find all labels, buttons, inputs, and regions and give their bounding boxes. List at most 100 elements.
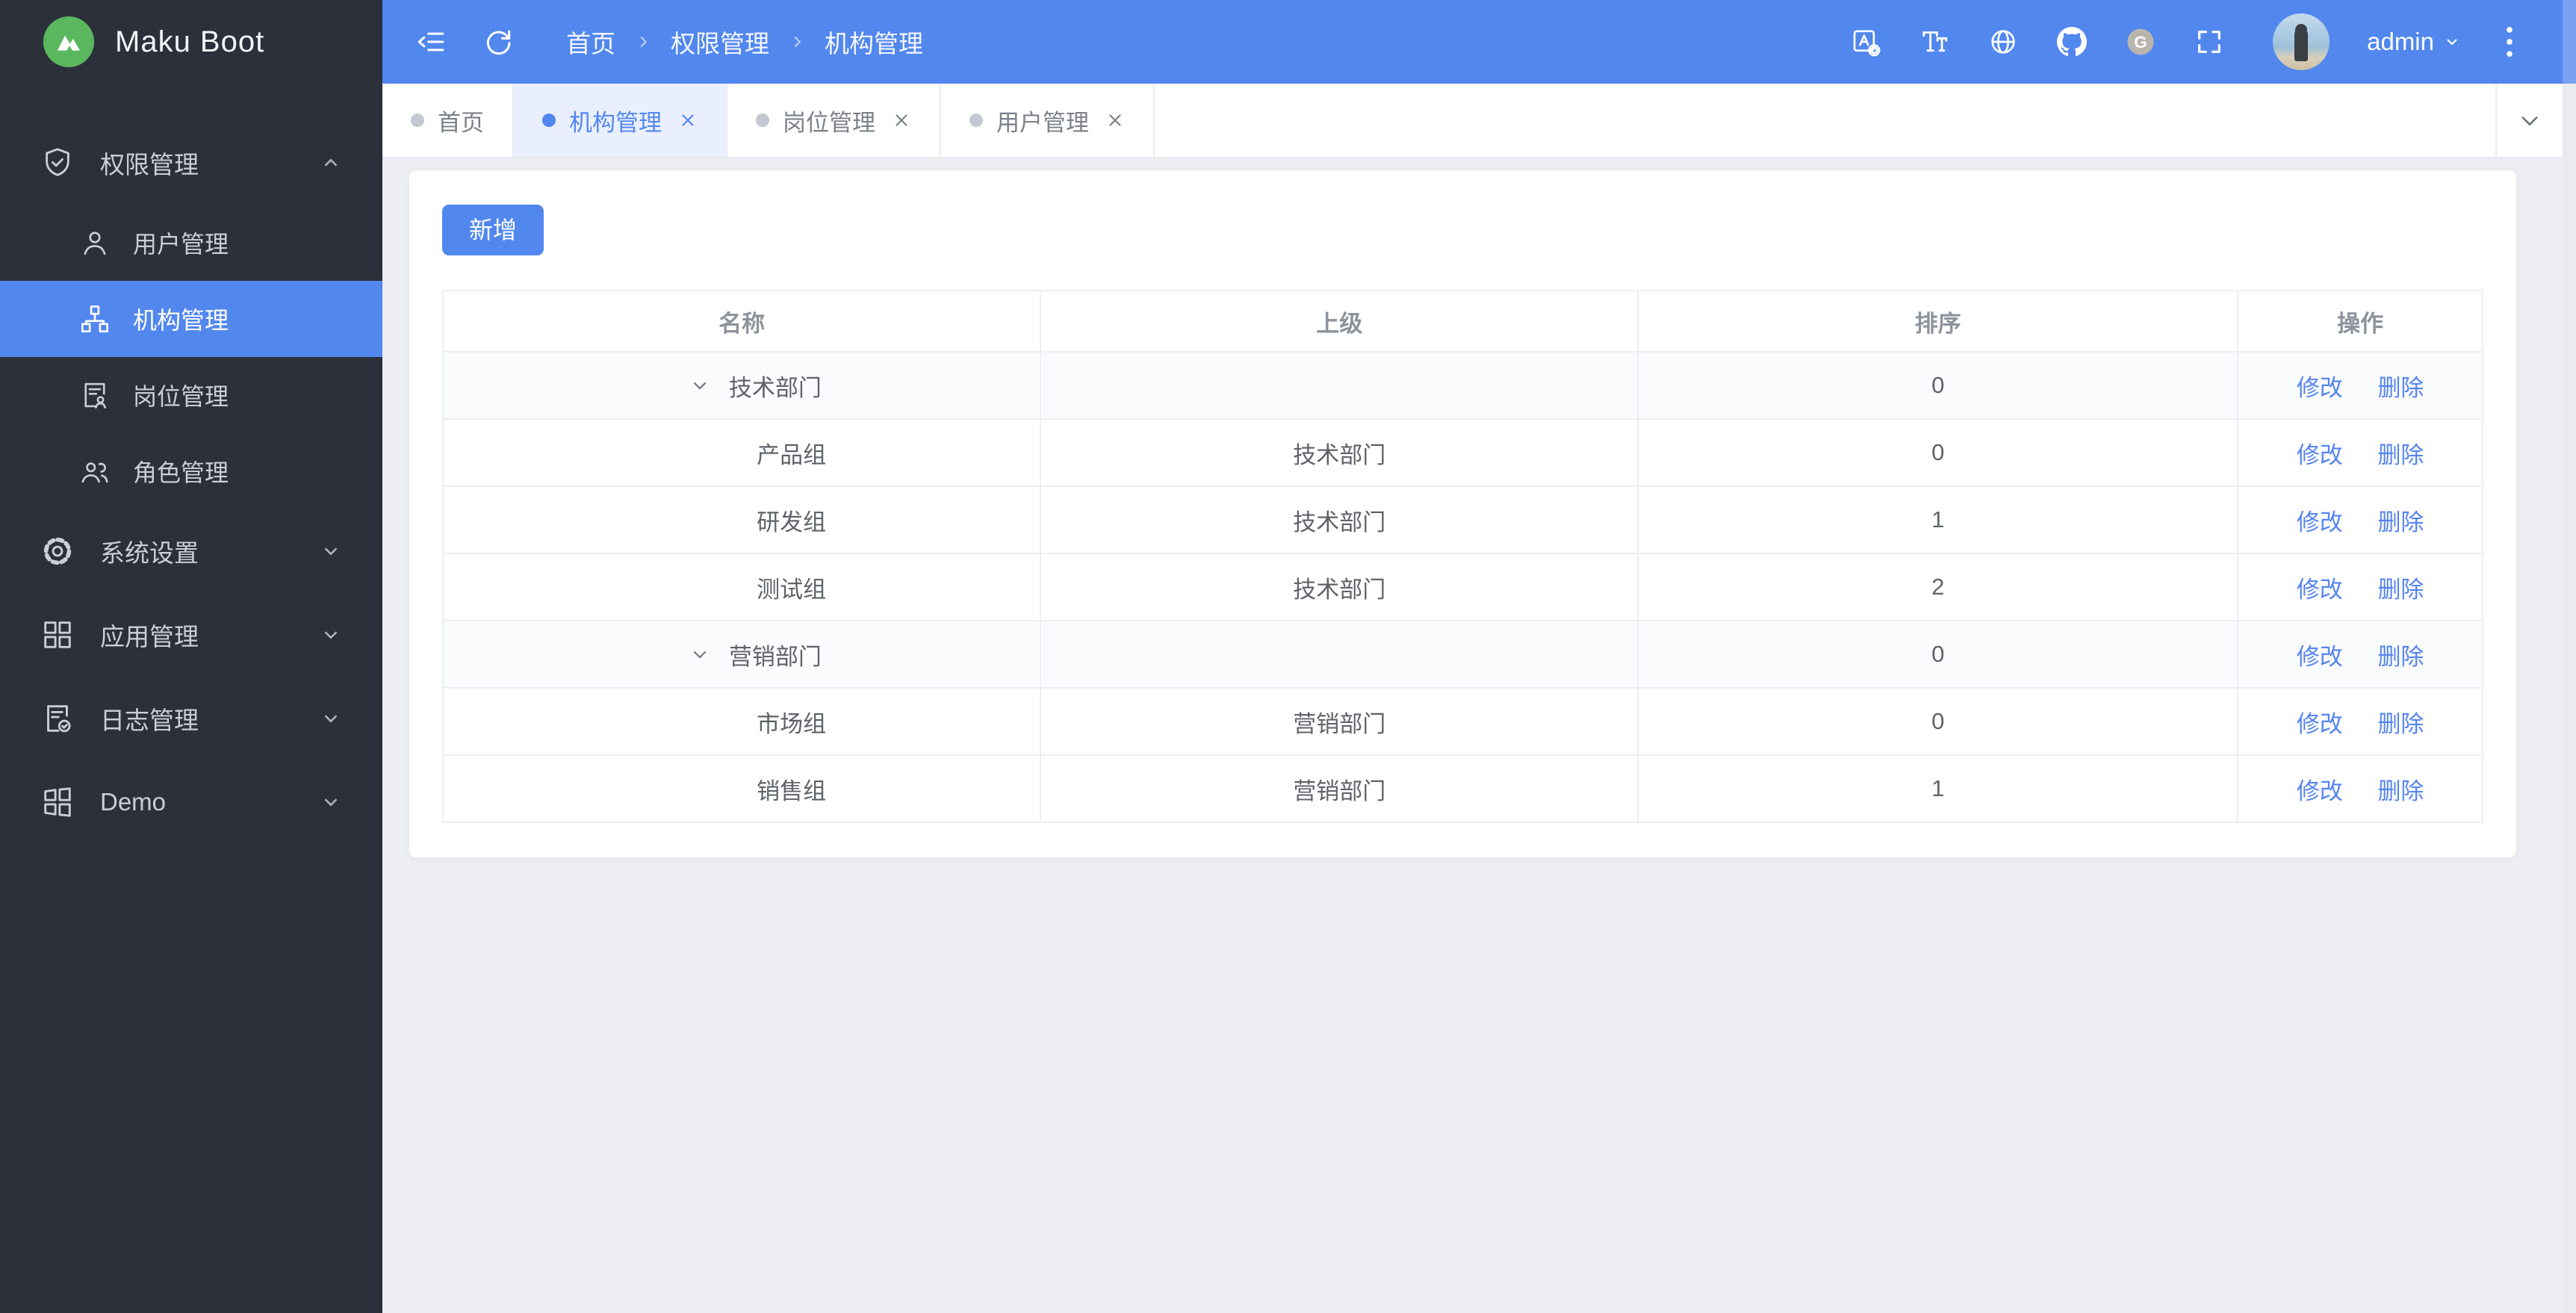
sidebar-item-app-management[interactable]: 应用管理: [0, 593, 382, 677]
translate-icon[interactable]: [1850, 26, 1881, 58]
github-icon[interactable]: [2056, 26, 2088, 58]
tab-dot: [756, 114, 769, 127]
chevron-down-icon: [2521, 116, 2538, 126]
edit-link[interactable]: 修改: [2297, 577, 2343, 603]
delete-link[interactable]: 删除: [2377, 644, 2424, 670]
delete-link[interactable]: 删除: [2377, 577, 2424, 603]
sidebar-item-label: 权限管理: [100, 151, 199, 179]
org-chart-icon: [81, 305, 108, 332]
sidebar-item-demo[interactable]: Demo: [0, 760, 382, 844]
topbar-left: 首页 权限管理 机构管理: [415, 24, 923, 60]
org-table-card: 新增 名称 上级 排序 操作 技术部门 0 修改 删除 产品组 技术部门 0 修…: [409, 170, 2516, 857]
sidebar-item-log-management[interactable]: 日志管理: [0, 677, 382, 760]
page-content: 新增 名称 上级 排序 操作 技术部门 0 修改 删除 产品组 技术部门 0 修…: [382, 158, 2576, 1313]
chevron-up-icon: [324, 158, 338, 167]
grid-icon: [44, 621, 71, 648]
collapse-menu-icon[interactable]: [415, 26, 447, 58]
app-title: Maku Boot: [115, 25, 265, 58]
scrollbar[interactable]: [2563, 84, 2576, 1313]
more-menu-icon[interactable]: [2498, 25, 2521, 58]
demo-grid-icon: [44, 787, 71, 817]
expand-icon[interactable]: [689, 375, 710, 396]
sidebar-item-system-settings[interactable]: 系统设置: [0, 509, 382, 593]
close-icon[interactable]: [892, 111, 911, 130]
tab-users[interactable]: 用户管理: [941, 84, 1155, 157]
edit-link[interactable]: 修改: [2297, 375, 2343, 401]
edit-link[interactable]: 修改: [2297, 644, 2343, 670]
org-parent: 营销部门: [1040, 687, 1639, 756]
tab-dot: [411, 114, 424, 127]
table-row[interactable]: 营销部门 0 修改 删除: [441, 620, 2483, 689]
edit-link[interactable]: 修改: [2297, 778, 2343, 804]
chevron-down-icon: [324, 631, 338, 639]
tab-label: 用户管理: [996, 109, 1089, 136]
tab-label: 首页: [438, 109, 484, 136]
tab-posts[interactable]: 岗位管理: [727, 84, 941, 157]
org-sort: 1: [1637, 754, 2239, 823]
delete-link[interactable]: 删除: [2377, 778, 2424, 804]
org-name: 技术部门: [728, 374, 822, 401]
sidebar-item-users[interactable]: 用户管理: [0, 205, 382, 281]
expand-icon[interactable]: [689, 644, 710, 665]
log-doc-icon: [47, 705, 71, 733]
sidebar-item-roles[interactable]: 角色管理: [0, 433, 382, 509]
refresh-icon[interactable]: [482, 26, 514, 58]
fullscreen-icon[interactable]: [2194, 26, 2225, 58]
globe-icon[interactable]: [1987, 26, 2019, 58]
breadcrumb: 首页 权限管理 机构管理: [566, 24, 923, 60]
chevron-down-icon: [324, 715, 338, 723]
sidebar-item-label: 机构管理: [133, 307, 229, 334]
delete-link[interactable]: 删除: [2377, 509, 2424, 536]
org-sort: 1: [1637, 485, 2239, 554]
close-icon[interactable]: [678, 111, 698, 130]
font-size-icon[interactable]: [1919, 26, 1950, 58]
org-parent: [1040, 351, 1639, 420]
sidebar-item-label: Demo: [100, 788, 167, 816]
sidebar-item-posts[interactable]: 岗位管理: [0, 357, 382, 433]
table-row[interactable]: 技术部门 0 修改 删除: [441, 351, 2483, 420]
tab-actions-button[interactable]: [2495, 84, 2563, 157]
org-sort: 0: [1637, 351, 2239, 420]
username-label: admin: [2367, 28, 2434, 55]
edit-link[interactable]: 修改: [2297, 509, 2343, 536]
logo-mountain-icon: [43, 16, 94, 67]
main-area: 首页 权限管理 机构管理 G admin 首页 机构管理 岗位管理 用户管理 新…: [382, 0, 2576, 1313]
sidebar: Maku Boot 权限管理 用户管理 机构管理 岗位管理 角色管理 系统设置 …: [0, 0, 382, 1313]
column-header-name: 名称: [441, 290, 1042, 353]
avatar[interactable]: [2273, 13, 2330, 70]
post-doc-icon: [84, 382, 106, 409]
org-sort: 0: [1637, 687, 2239, 756]
add-button[interactable]: 新增: [442, 205, 544, 255]
sidebar-item-orgs[interactable]: 机构管理: [0, 281, 382, 357]
org-name: 测试组: [757, 576, 827, 603]
tab-home[interactable]: 首页: [382, 84, 514, 157]
breadcrumb-home[interactable]: 首页: [566, 24, 615, 60]
table-row[interactable]: 研发组 技术部门 1 修改 删除: [441, 485, 2483, 554]
table-row[interactable]: 市场组 营销部门 0 修改 删除: [441, 687, 2483, 756]
org-sort: 0: [1637, 620, 2239, 689]
delete-link[interactable]: 删除: [2377, 442, 2424, 468]
column-header-actions: 操作: [2237, 290, 2483, 353]
topbar-right: G admin: [1850, 13, 2543, 70]
org-name: 市场组: [757, 710, 827, 737]
edit-link[interactable]: 修改: [2297, 442, 2343, 468]
sidebar-item-label: 应用管理: [100, 623, 199, 651]
sidebar-item-label: 用户管理: [133, 231, 229, 258]
table-row[interactable]: 测试组 技术部门 2 修改 删除: [441, 553, 2483, 621]
delete-link[interactable]: 删除: [2377, 711, 2424, 737]
delete-link[interactable]: 删除: [2377, 375, 2424, 401]
org-table: 名称 上级 排序 操作 技术部门 0 修改 删除 产品组 技术部门 0 修改 删…: [441, 290, 2483, 823]
close-icon[interactable]: [1105, 111, 1125, 130]
chevron-down-icon: [2447, 39, 2457, 46]
org-parent: 技术部门: [1040, 485, 1639, 554]
sidebar-item-label: 系统设置: [100, 539, 199, 567]
gitee-icon[interactable]: G: [2125, 26, 2156, 58]
table-row[interactable]: 产品组 技术部门 0 修改 删除: [441, 418, 2483, 487]
breadcrumb-permission[interactable]: 权限管理: [671, 24, 769, 60]
edit-link[interactable]: 修改: [2297, 711, 2343, 737]
table-row[interactable]: 销售组 营销部门 1 修改 删除: [441, 754, 2483, 823]
tab-orgs[interactable]: 机构管理: [514, 84, 727, 157]
chevron-down-icon: [324, 798, 338, 807]
sidebar-item-permission[interactable]: 权限管理: [0, 121, 382, 205]
user-menu[interactable]: admin: [2367, 28, 2461, 56]
